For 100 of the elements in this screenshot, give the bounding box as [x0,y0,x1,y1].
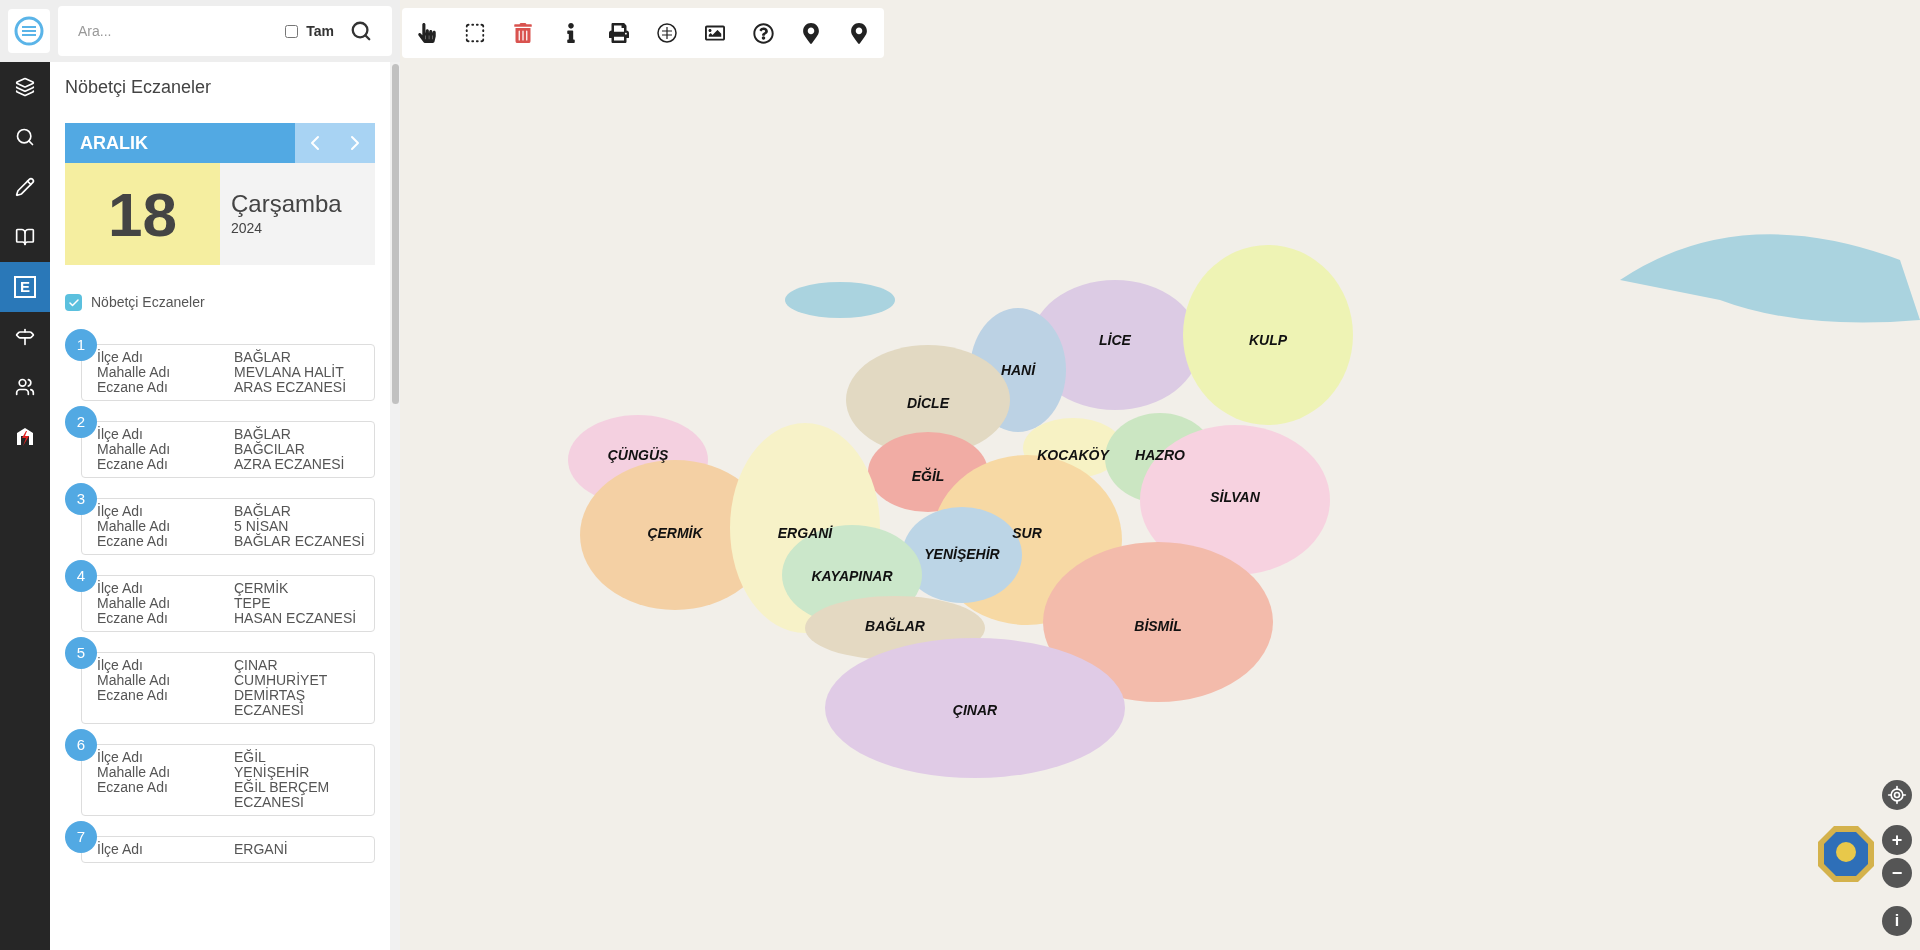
menu-icon [14,16,44,46]
locate-icon [1887,785,1907,805]
pencil-icon [15,177,35,197]
search-icon[interactable] [350,20,372,42]
field-value: HASAN ECZANESİ [234,611,357,626]
field-label: İlçe Adı [97,842,144,857]
printer-icon[interactable] [609,23,629,43]
field-value: BAĞCILAR [234,442,305,457]
year-text: 2024 [231,218,264,238]
field-label: Mahalle Adı [97,596,172,611]
info-icon[interactable] [565,23,577,43]
field-label: Eczane Adı [97,457,169,472]
panel-title: Nöbetçi Eczaneler [65,76,213,98]
check-icon [67,296,80,309]
district-label: YENİŞEHİR [924,544,1000,564]
zoom-out-button[interactable]: − [1882,858,1912,888]
layer-label: Nöbetçi Eczaneler [91,293,205,312]
district-label: ERGANİ [777,523,833,543]
image-icon[interactable] [705,23,725,43]
district-label: BİSMİL [1134,616,1182,636]
scrollbar-thumb[interactable] [391,64,399,404]
district-label: DİCLE [907,393,949,413]
field-value: AZRA ECZANESİ [234,457,345,472]
field-label: Mahalle Adı [97,442,172,457]
info-button[interactable]: i [1882,906,1912,936]
district-label: EĞİL [911,466,945,486]
field-value: TEPE [234,596,271,611]
field-value: BAĞLAR [234,427,291,442]
field-value: ÇINAR [234,658,278,673]
district-label: BAĞLAR [865,616,925,636]
district-label: HANİ [1000,360,1036,380]
field-label: Mahalle Adı [97,765,172,780]
field-label: Eczane Adı [97,380,169,395]
district-label: SUR [1012,523,1042,543]
pharmacy-card[interactable]: İlçe Adı ERGANİ [81,836,375,863]
number-badge: 5 [65,637,97,669]
number-badge: 2 [65,406,97,438]
field-label: İlçe Adı [97,658,144,673]
district-label: ÇINAR [952,700,998,720]
number-badge: 6 [65,729,97,761]
help-icon[interactable] [752,22,774,44]
select-area-icon[interactable] [464,22,486,44]
field-value: MEVLANA HALİT [234,365,344,380]
field-label: İlçe Adı [97,350,144,365]
book-icon [15,227,35,247]
emblem-icon [1816,824,1876,884]
field-label: Eczane Adı [97,688,169,705]
exact-checkbox[interactable] [285,24,299,38]
field-label: Eczane Adı [97,611,169,626]
number-badge: 4 [65,560,97,592]
field-value: ERGANİ [234,842,288,857]
rail-button[interactable]: E [0,262,50,312]
calendar-day: 18 [65,163,220,265]
district-label: KAYAPINAR [811,566,893,586]
signpost-icon [15,327,35,347]
field-label: Mahalle Adı [97,673,172,688]
field-value: BAĞLAR ECZANESİ [234,534,365,549]
locate-button[interactable] [1882,780,1912,810]
number-badge: 7 [65,821,97,853]
field-label: Eczane Adı [97,780,169,797]
layer-checkbox[interactable] [65,294,82,311]
field-value: EĞİL BERÇEM ECZANESİ [234,780,331,810]
field-value: ÇERMİK [234,581,289,596]
district-label: ÇERMİK [647,523,703,543]
field-value: DEMİRTAŞ ECZANESİ [234,688,307,718]
field-label: İlçe Adı [97,750,144,765]
field-value: ARAS ECZANESİ [234,380,347,395]
search-field[interactable]: Ara... [58,6,286,56]
district-label: KOCAKÖY [1037,445,1109,465]
field-value: EĞİL [234,750,266,765]
field-label: Mahalle Adı [97,519,172,534]
field-label: İlçe Adı [97,427,144,442]
district-label: SİLVAN [1210,487,1260,507]
field-label: İlçe Adı [97,504,144,519]
district-label: LİCE [1099,330,1131,350]
zoom-in-button[interactable]: + [1882,825,1912,855]
number-badge: 3 [65,483,97,515]
pin-icon[interactable] [851,22,867,44]
layers-icon [15,77,35,97]
e-letter-icon: E [14,276,36,298]
search-icon [15,127,35,147]
field-label: Eczane Adı [97,534,169,549]
pin-icon[interactable] [803,22,819,44]
field-label: Mahalle Adı [97,365,172,380]
calendar-month: ARALIK [65,123,295,163]
field-value: 5 NİSAN [234,519,289,534]
field-value: BAĞLAR [234,504,291,519]
exact-label: Tam [306,21,334,41]
field-value: BAĞLAR [234,350,291,365]
field-value: CUMHURİYET [234,673,328,688]
weekday-text: Çarşamba [231,189,343,218]
scale-icon[interactable] [656,22,678,44]
district-label: ÇÜNGÜŞ [607,445,669,465]
pointer-icon[interactable] [417,23,437,43]
district-label: HAZRO [1135,445,1185,465]
people-icon [15,377,35,397]
trash-icon[interactable] [514,23,532,43]
number-badge: 1 [65,329,97,361]
field-value: YENİŞEHİR [234,765,310,780]
field-label: İlçe Adı [97,581,144,596]
